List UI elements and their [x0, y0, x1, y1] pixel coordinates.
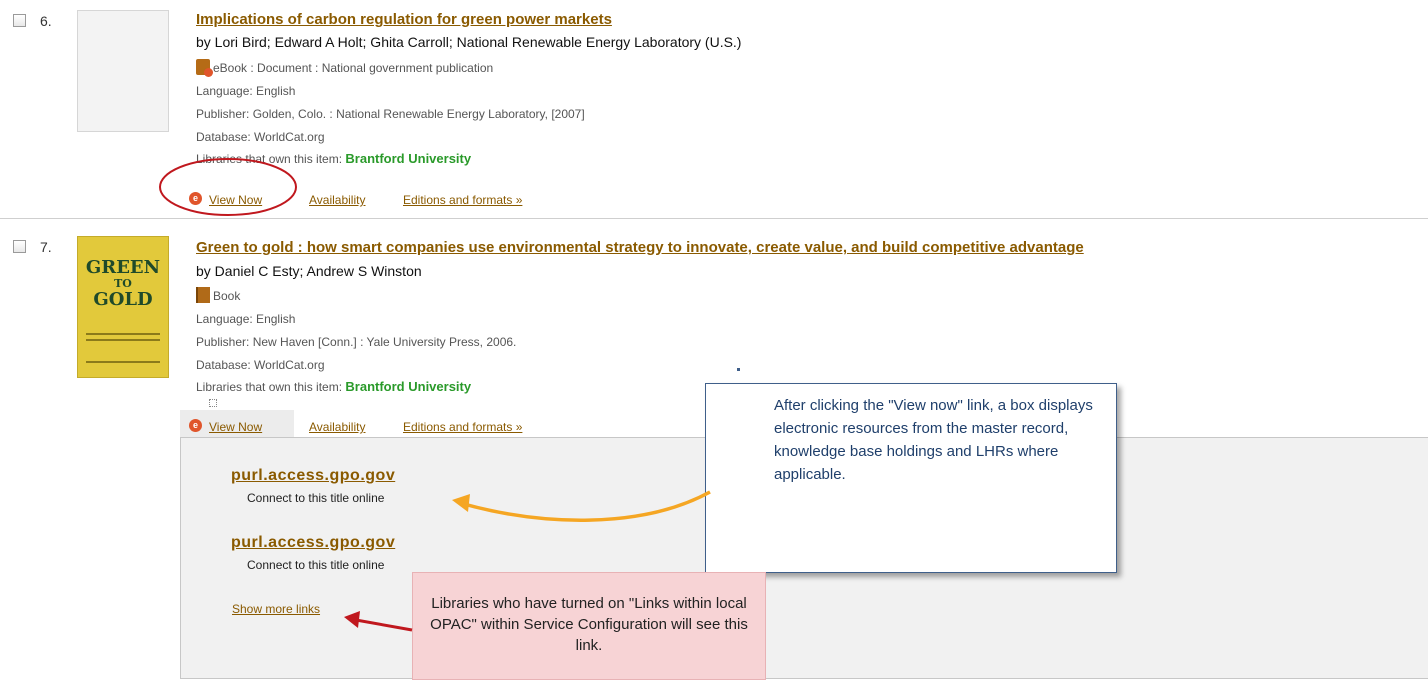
annotation-overlay: [159, 158, 740, 632]
arrow-to-show-more: [355, 618, 413, 632]
arrow-head: [344, 611, 360, 628]
arrow-to-links: [463, 490, 711, 522]
highlight-circle: [159, 158, 297, 216]
stray-mark: [737, 368, 740, 371]
arrow-head: [452, 494, 470, 512]
